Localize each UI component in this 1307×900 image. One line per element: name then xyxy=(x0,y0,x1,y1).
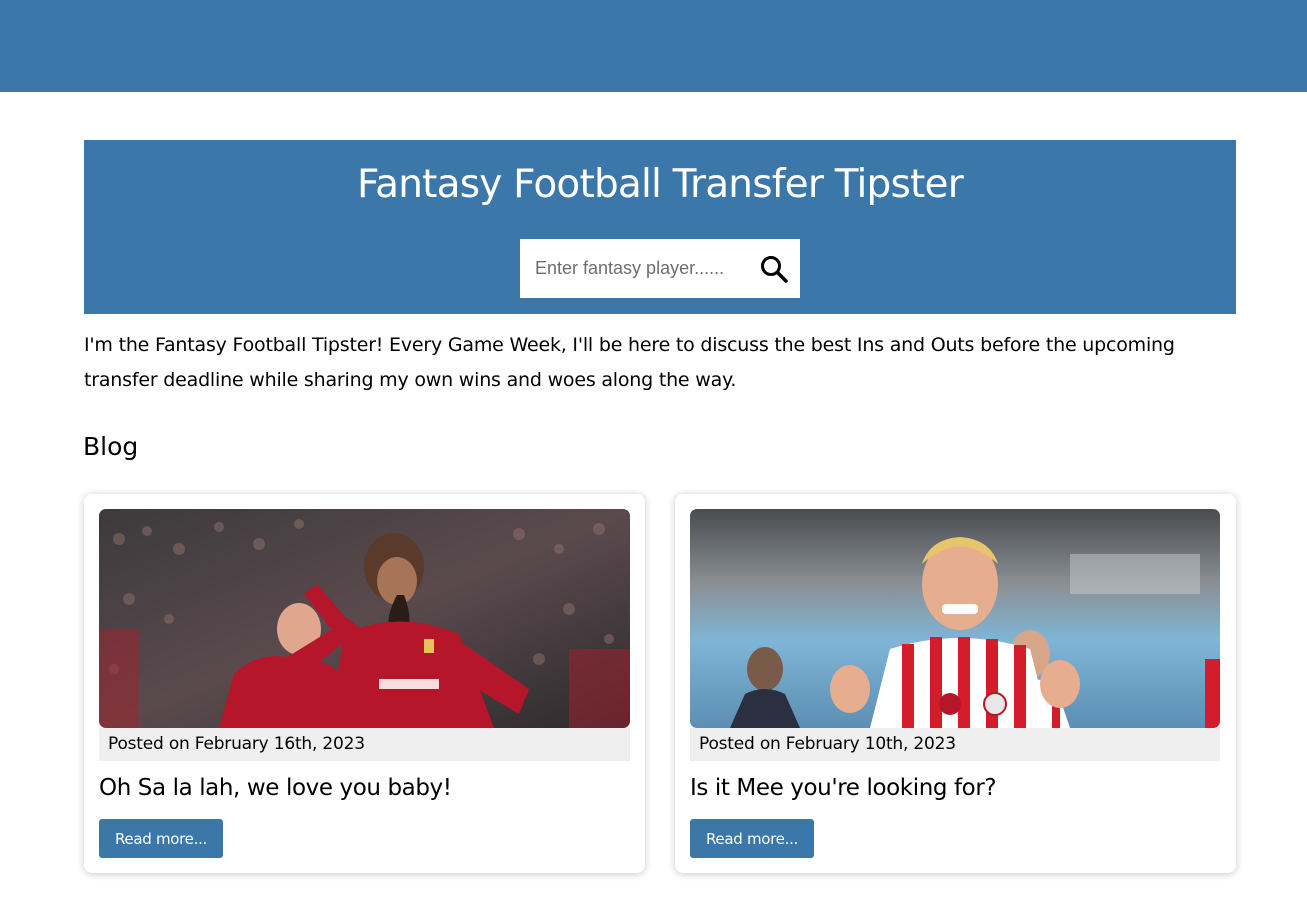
blog-post-image[interactable] xyxy=(690,509,1220,728)
blog-post-image[interactable] xyxy=(99,509,630,728)
blog-card: Posted on February 16th, 2023 Oh Sa la l… xyxy=(84,494,645,873)
search-button[interactable] xyxy=(756,251,792,287)
blog-heading: Blog xyxy=(83,432,139,461)
player-search-box xyxy=(520,239,800,298)
read-more-button[interactable]: Read more... xyxy=(690,819,814,858)
player-search-input[interactable] xyxy=(520,239,750,298)
hero-banner: Fantasy Football Transfer Tipster xyxy=(84,140,1236,314)
post-title[interactable]: Oh Sa la lah, we love you baby! xyxy=(99,772,452,804)
post-title[interactable]: Is it Mee you're looking for? xyxy=(690,772,997,804)
top-nav-bar xyxy=(0,0,1307,92)
page-title: Fantasy Football Transfer Tipster xyxy=(357,162,964,207)
post-date: Posted on February 16th, 2023 xyxy=(99,728,630,761)
post-date: Posted on February 10th, 2023 xyxy=(690,728,1220,761)
blog-card: Posted on February 10th, 2023 Is it Mee … xyxy=(675,494,1236,873)
read-more-button[interactable]: Read more... xyxy=(99,819,223,858)
intro-text: I'm the Fantasy Football Tipster! Every … xyxy=(84,334,1175,391)
search-icon xyxy=(761,256,788,283)
